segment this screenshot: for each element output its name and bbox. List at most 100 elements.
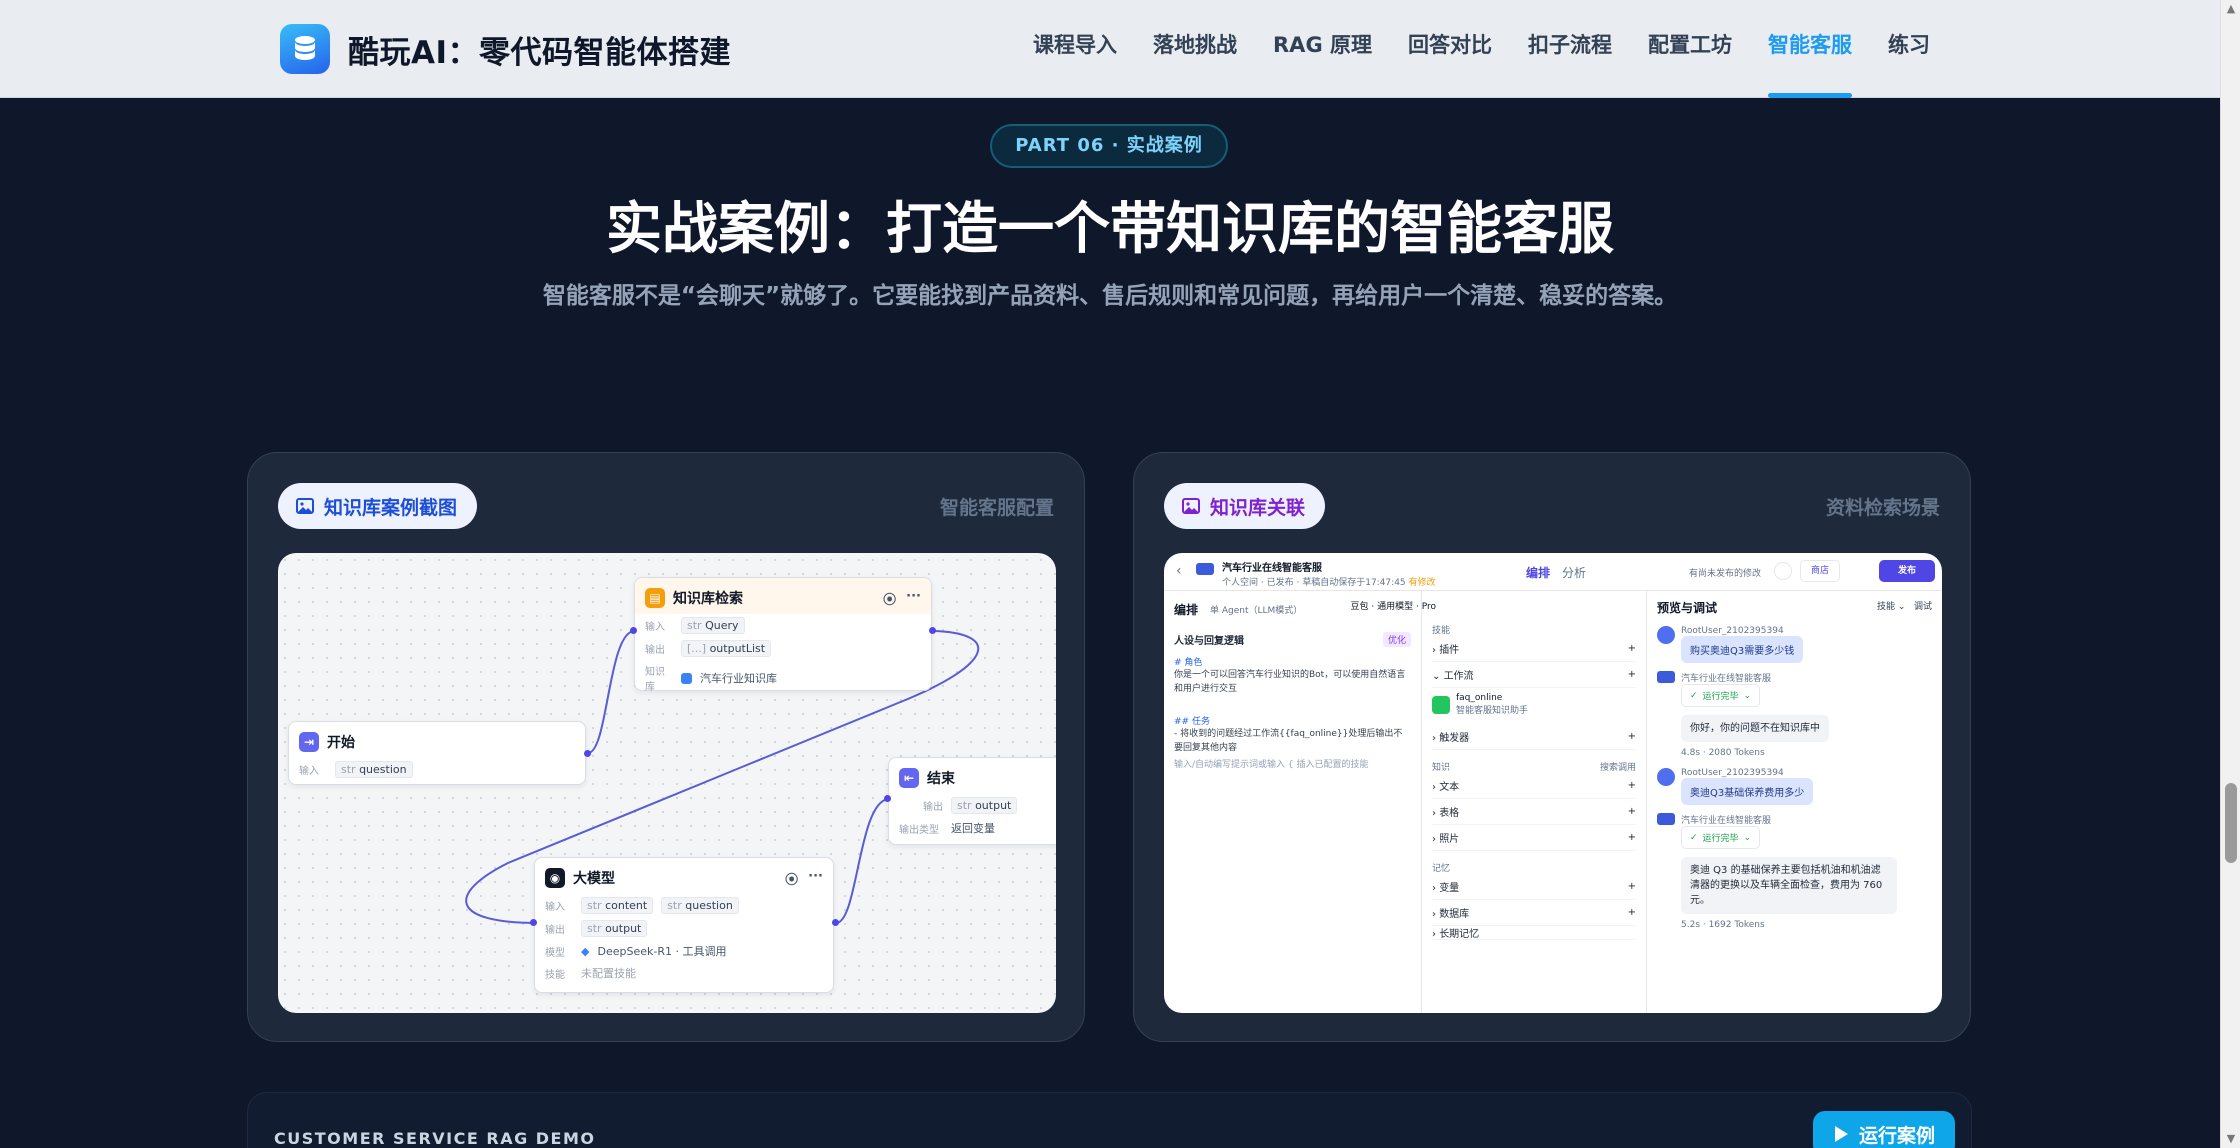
status-text: 运行完毕 (1702, 692, 1739, 702)
llm-icon: ◉ (545, 868, 565, 888)
type-tag: str (587, 899, 602, 912)
card-tag: 知识库案例截图 (278, 483, 478, 529)
tab-analyze[interactable]: 分析 (1562, 564, 1586, 581)
long-memory-row[interactable]: › 长期记忆 (1432, 926, 1636, 940)
knowledge-icon: ▤ (645, 588, 665, 608)
row-label: 插件 (1439, 645, 1460, 656)
input-port[interactable] (884, 795, 891, 802)
field-value: 未配置技能 (581, 967, 636, 980)
input-port[interactable] (530, 919, 537, 926)
prompt-input-hint[interactable]: 输入/自动编写提示词或输入 { 插入已配置的技能 (1174, 757, 1411, 770)
field-value: content (605, 899, 648, 912)
run-case-button[interactable]: 运行案例 (1812, 1111, 1955, 1148)
kb-icon (681, 672, 692, 684)
page-scrollbar[interactable]: ▲ ▼ (2220, 0, 2240, 1148)
trigger-row[interactable]: › 触发器 + (1432, 724, 1636, 750)
publish-status: 已发布 (1266, 578, 1294, 588)
kb-retrieval-node[interactable]: ▤ 知识库检索 ⦿ ··· 输入 str Query 输出 [...] outputL… (634, 577, 932, 693)
text-row[interactable]: › 文本 + (1432, 773, 1636, 799)
field-value: 返回变量 (951, 822, 995, 835)
play-icon[interactable]: ⦿ (883, 589, 896, 608)
field-value: Query (705, 619, 739, 632)
llm-node[interactable]: ◉ 大模型 ⦿ ··· 输入 str content str question 输出 s… (534, 857, 834, 993)
role-heading: # 角色 (1174, 658, 1203, 668)
optimize-button[interactable]: 优化 (1382, 632, 1411, 647)
table-row[interactable]: › 表格 + (1432, 799, 1636, 825)
brand[interactable]: 酷玩AI：零代码智能体搭建 (280, 24, 731, 74)
bot-name: 汽车行业在线智能客服 (1681, 816, 1772, 826)
demo-label: CUSTOMER SERVICE RAG DEMO (274, 1129, 596, 1148)
row-label: 长期记忆 (1439, 929, 1480, 940)
output-port[interactable] (832, 919, 839, 926)
agent-topbar: ‹ 汽车行业在线智能客服 个人空间 · 已发布 · 草稿自动保存于17:47:4… (1164, 553, 1942, 591)
input-port[interactable] (630, 627, 637, 634)
database-row[interactable]: › 数据库 + (1432, 900, 1636, 926)
nav-item-compare[interactable]: 回答对比 (1408, 0, 1492, 98)
nav-item-rag[interactable]: RAG 原理 (1273, 0, 1372, 98)
scroll-down-icon[interactable]: ▼ (2221, 1130, 2240, 1148)
bot-avatar (1196, 563, 1214, 575)
section-label: 技能 (1432, 626, 1451, 636)
row-label: 表格 (1439, 808, 1460, 819)
more-icon[interactable]: ··· (808, 869, 823, 888)
debug-button[interactable]: 调试 (1914, 602, 1932, 612)
nav-item-intro[interactable]: 课程导入 (1033, 0, 1117, 98)
card-meta: 智能客服配置 (939, 497, 1054, 519)
play-icon[interactable]: ⦿ (785, 869, 798, 888)
workflow-screenshot: ▤ 知识库检索 ⦿ ··· 输入 str Query 输出 [...] outputL… (278, 553, 1056, 1013)
back-icon[interactable]: ‹ (1176, 563, 1182, 579)
user-name: RootUser_2102395394 (1681, 626, 1784, 636)
bot-avatar (1657, 671, 1675, 683)
user-avatar (1657, 768, 1675, 786)
field-label: 输入 (299, 766, 319, 777)
nav-item-challenges[interactable]: 落地挑战 (1153, 0, 1237, 98)
more-icon[interactable]: ··· (906, 589, 921, 608)
output-port[interactable] (584, 750, 591, 757)
store-button[interactable]: 商店 (1800, 560, 1841, 582)
photo-row[interactable]: › 照片 + (1432, 825, 1636, 851)
field-value: question (359, 763, 407, 776)
scrollbar-thumb[interactable] (2225, 783, 2237, 863)
bot-space: 个人空间 (1222, 578, 1259, 588)
variable-row[interactable]: › 变量 + (1432, 874, 1636, 900)
output-port[interactable] (929, 627, 936, 634)
row-label: 数据库 (1439, 909, 1470, 920)
node-title: 结束 (927, 771, 955, 787)
search-mode-select[interactable]: 搜索调用 (1600, 760, 1636, 773)
scroll-up-icon[interactable]: ▲ (2221, 0, 2240, 18)
card-meta: 资料检索场景 (1825, 497, 1940, 519)
row-label: 工作流 (1443, 671, 1474, 682)
kb-case-card: 知识库案例截图 智能客服配置 ▤ 知识库检索 ⦿ ··· 输入 str Query … (247, 452, 1085, 1042)
skill-button[interactable]: 技能 (1877, 602, 1895, 612)
save-status: 草稿自动保存于17:47:45 (1302, 578, 1406, 588)
field-label: 知识库 (645, 667, 665, 693)
card-tag: 知识库关联 (1164, 483, 1326, 529)
start-icon: ⇥ (299, 732, 319, 752)
workflow-icon (1432, 695, 1450, 714)
model-icon: ◆ (581, 944, 590, 958)
nav-item-customer-service[interactable]: 智能客服 (1768, 0, 1852, 98)
nav-item-coze-flow[interactable]: 扣子流程 (1528, 0, 1612, 98)
model-select[interactable]: 豆包 · 通用模型 · Pro (1236, 599, 1436, 612)
start-node[interactable]: ⇥ 开始 输入 str question (288, 721, 586, 785)
database-icon (280, 24, 330, 74)
preview-panel: 预览与调试 技能 ⌄ 调试 RootUser_2102395394 购买奥迪Q3需… (1646, 591, 1942, 1013)
workflow-row[interactable]: ⌄ 工作流 + (1432, 662, 1636, 688)
nav-item-config[interactable]: 配置工坊 (1648, 0, 1732, 98)
type-tag: str (667, 899, 682, 912)
nav-item-practice[interactable]: 练习 (1888, 0, 1930, 98)
row-label: 文本 (1439, 782, 1460, 793)
row-label: 变量 (1439, 883, 1460, 894)
publish-button[interactable]: 发布 (1879, 560, 1935, 582)
plugin-row[interactable]: › 插件 + (1432, 636, 1636, 662)
image-icon (1182, 498, 1200, 514)
run-status[interactable]: ✓ 运行完毕 ⌄ (1681, 826, 1761, 849)
end-node[interactable]: ⇤ 结束 输出 str output 输出类型 返回变量 (888, 757, 1056, 845)
bot-name: 汽车行业在线智能客服 (1222, 563, 1322, 574)
status-text: 运行完毕 (1702, 834, 1739, 844)
tab-edit[interactable]: 编排 (1526, 564, 1550, 581)
field-value: question (685, 899, 733, 912)
run-status[interactable]: ✓ 运行完毕 ⌄ (1681, 684, 1761, 707)
node-title: 知识库检索 (673, 591, 743, 607)
history-icon[interactable] (1774, 562, 1792, 580)
